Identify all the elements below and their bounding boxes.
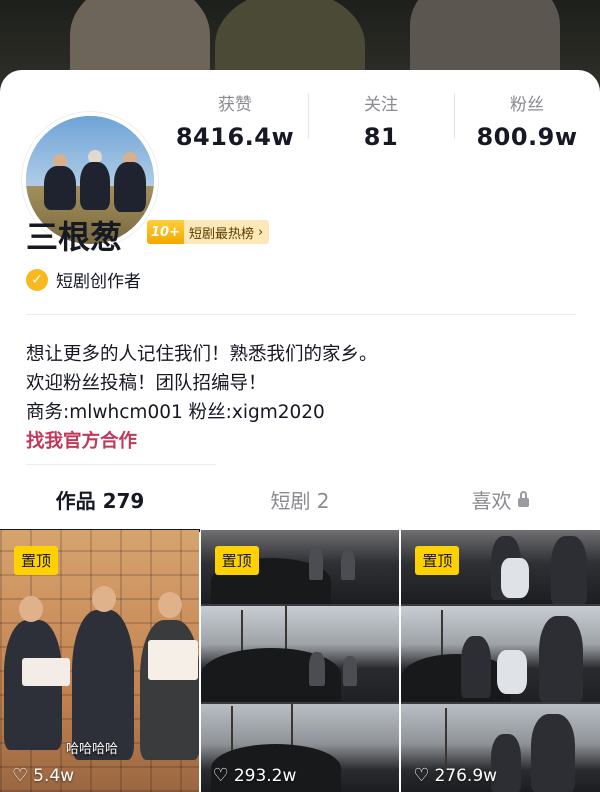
stat-label: 关注 (364, 95, 398, 115)
profile-stats: 获赞 8416.4w 关注 81 粉丝 800.9w (162, 78, 600, 158)
tab-works[interactable]: 作品 279 (0, 475, 200, 532)
rank-number: 10+ (147, 220, 184, 244)
tab-label: 短剧 2 (270, 489, 330, 513)
stat-label: 粉丝 (510, 95, 544, 115)
stat-followers[interactable]: 粉丝 800.9w (454, 78, 600, 158)
heart-outline-icon: ♡ (413, 765, 430, 786)
video-likes-count: 5.4w (33, 765, 75, 786)
video-grid: 哈哈哈哈 置顶 ♡ 5.4w 置顶 ♡ 293.2w 置顶 ♡ 276.9w (0, 530, 600, 792)
heart-outline-icon: ♡ (212, 765, 229, 786)
video-likes-count: 276.9w (434, 765, 498, 786)
stat-value: 800.9w (476, 123, 578, 151)
stat-label: 获赞 (218, 95, 252, 115)
content-tabs: 作品 279 短剧 2 喜欢 (0, 475, 600, 532)
video-likes: ♡ 293.2w (213, 765, 297, 786)
video-likes: ♡ 276.9w (413, 765, 497, 786)
pinned-badge: 置顶 (415, 546, 460, 575)
official-cooperation-link[interactable]: 找我官方合作 (26, 427, 586, 456)
divider (26, 464, 216, 465)
rank-badge[interactable]: 10+ 短剧最热榜 › (147, 220, 270, 244)
video-thumbnail[interactable]: 哈哈哈哈 置顶 ♡ 5.4w (0, 530, 199, 792)
tab-likes[interactable]: 喜欢 (400, 475, 600, 531)
tab-label: 喜欢 (471, 489, 512, 513)
video-likes-count: 293.2w (233, 765, 297, 786)
video-thumbnail[interactable]: 置顶 ♡ 276.9w (401, 530, 600, 792)
bio-line: 商务:mlwhcm001 粉丝:xigm2020 (26, 402, 325, 423)
divider (26, 314, 576, 315)
gift-box (22, 658, 70, 686)
cover-figure (410, 0, 560, 80)
stat-value: 8416.4w (175, 123, 295, 151)
heart-outline-icon: ♡ (12, 765, 29, 786)
stat-likes[interactable]: 获赞 8416.4w (162, 78, 308, 158)
creator-tag[interactable]: ✓ 短剧创作者 (26, 267, 141, 292)
stat-following[interactable]: 关注 81 (308, 78, 454, 158)
profile-card: 获赞 8416.4w 关注 81 粉丝 800.9w 三根葱 10+ 短剧最热榜… (0, 70, 600, 792)
video-likes: ♡ 5.4w (12, 765, 74, 786)
rank-label: 短剧最热榜 (188, 226, 254, 242)
tab-short-drama[interactable]: 短剧 2 (200, 475, 400, 531)
pinned-badge: 置顶 (214, 546, 259, 575)
bio: 想让更多的人记住我们！熟悉我们的家乡。 欢迎粉丝投稿！团队招编导！ 商务:mlw… (26, 340, 586, 456)
chevron-right-icon: › (258, 224, 264, 240)
creator-tag-label: 短剧创作者 (56, 272, 141, 292)
bio-line: 欢迎粉丝投稿！团队招编导！ (26, 373, 267, 394)
pinned-badge: 置顶 (14, 546, 59, 575)
bio-line: 想让更多的人记住我们！熟悉我们的家乡。 (26, 344, 378, 365)
gift-box (148, 640, 198, 680)
stat-value: 81 (363, 123, 399, 151)
video-thumbnail[interactable]: 置顶 ♡ 293.2w (200, 530, 400, 792)
lock-icon (517, 491, 529, 507)
profile-name: 三根葱 (26, 218, 123, 256)
video-caption: 哈哈哈哈 (66, 742, 119, 757)
tab-label: 作品 279 (55, 489, 145, 513)
check-badge-icon: ✓ (26, 268, 48, 291)
